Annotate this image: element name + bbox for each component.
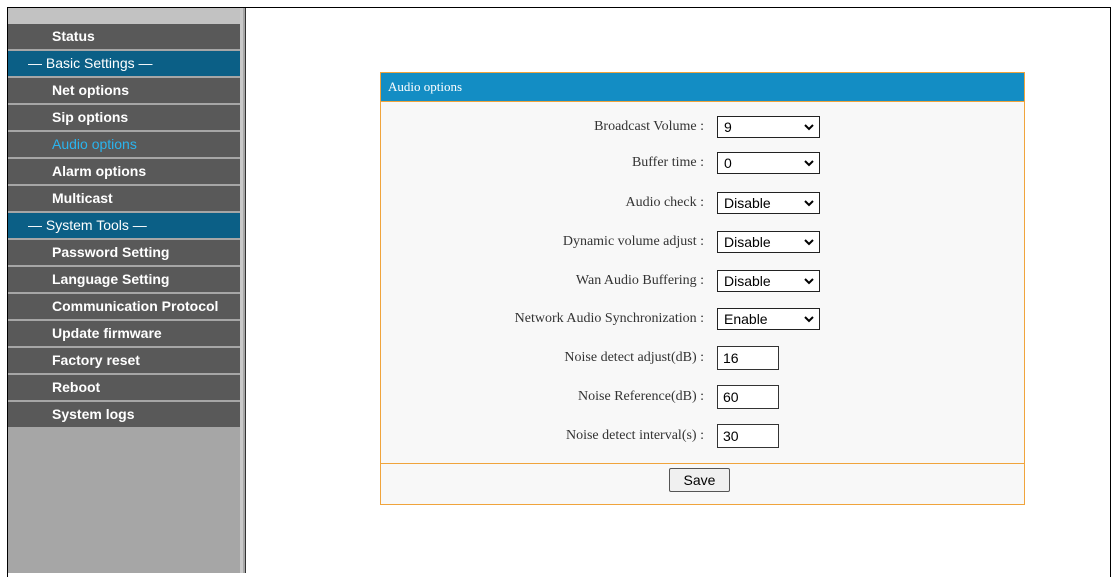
save-button[interactable]: Save — [669, 468, 730, 492]
field-label: Noise detect adjust(dB) : — [564, 350, 704, 365]
select-value: 9 — [724, 119, 732, 135]
buffer-time-select[interactable]: 0 — [717, 152, 820, 174]
field-label: Network Audio Synchronization : — [514, 311, 704, 326]
field-label: Audio check : — [625, 195, 704, 210]
panel-title: Audio options — [381, 73, 1024, 102]
chevron-down-icon — [804, 160, 814, 167]
sidebar-item-password-setting[interactable]: Password Setting — [8, 240, 240, 265]
noise-reference-input[interactable]: 60 — [717, 385, 779, 409]
sidebar-panel: Status — Basic Settings — Net options Si… — [8, 8, 240, 573]
field-dynamic-volume-adjust: Dynamic volume adjust : Disable — [381, 230, 1024, 254]
sidebar-divider — [245, 8, 246, 573]
sidebar: Status — Basic Settings — Net options Si… — [8, 8, 246, 573]
noise-detect-adjust-input[interactable]: 16 — [717, 346, 779, 370]
field-buffer-time: Buffer time : 0 — [381, 151, 1024, 175]
field-broadcast-volume: Broadcast Volume : 9 — [381, 115, 1024, 139]
chevron-down-icon — [804, 278, 814, 285]
chevron-down-icon — [804, 239, 814, 246]
chevron-down-icon — [804, 124, 814, 131]
sidebar-item-alarm-options[interactable]: Alarm options — [8, 159, 240, 184]
sidebar-item-communication-protocol[interactable]: Communication Protocol — [8, 294, 240, 319]
field-audio-check: Audio check : Disable — [381, 191, 1024, 215]
chevron-down-icon — [804, 316, 814, 323]
sidebar-top-strip — [8, 8, 240, 24]
field-noise-reference: Noise Reference(dB) : 60 — [381, 385, 1024, 409]
field-label: Wan Audio Buffering : — [575, 273, 704, 288]
panel-footer: Save — [381, 463, 1024, 505]
wan-audio-buffering-select[interactable]: Disable — [717, 270, 820, 292]
sidebar-item-sip-options[interactable]: Sip options — [8, 105, 240, 130]
field-label: Buffer time : — [631, 155, 704, 170]
field-wan-audio-buffering: Wan Audio Buffering : Disable — [381, 269, 1024, 293]
sidebar-item-reboot[interactable]: Reboot — [8, 375, 240, 400]
field-label: Broadcast Volume : — [594, 119, 704, 134]
field-noise-detect-interval: Noise detect interval(s) : 30 — [381, 424, 1024, 448]
sidebar-item-update-firmware[interactable]: Update firmware — [8, 321, 240, 346]
audio-check-select[interactable]: Disable — [717, 192, 820, 214]
sidebar-item-language-setting[interactable]: Language Setting — [8, 267, 240, 292]
sidebar-item-multicast[interactable]: Multicast — [8, 186, 240, 211]
select-value: 0 — [724, 155, 732, 171]
field-label: Noise detect interval(s) : — [565, 428, 704, 443]
network-audio-synchronization-select[interactable]: Enable — [717, 308, 820, 330]
sidebar-item-net-options[interactable]: Net options — [8, 78, 240, 103]
select-value: Disable — [724, 195, 771, 211]
form-body: Broadcast Volume : 9 Buffer time : 0 Aud… — [381, 102, 1024, 462]
sidebar-menu: Status — Basic Settings — Net options Si… — [8, 24, 240, 429]
sidebar-section-system-tools: — System Tools — — [8, 213, 240, 238]
broadcast-volume-select[interactable]: 9 — [717, 116, 820, 138]
sidebar-item-system-logs[interactable]: System logs — [8, 402, 240, 427]
sidebar-item-status[interactable]: Status — [8, 24, 240, 49]
select-value: Disable — [724, 234, 771, 250]
audio-options-panel: Audio options Broadcast Volume : 9 Buffe… — [380, 72, 1025, 505]
field-network-audio-synchronization: Network Audio Synchronization : Enable — [381, 307, 1024, 331]
select-value: Enable — [724, 311, 768, 327]
dynamic-volume-adjust-select[interactable]: Disable — [717, 231, 820, 253]
select-value: Disable — [724, 273, 771, 289]
sidebar-item-factory-reset[interactable]: Factory reset — [8, 348, 240, 373]
sidebar-section-basic-settings: — Basic Settings — — [8, 51, 240, 76]
sidebar-item-audio-options[interactable]: Audio options — [8, 132, 240, 157]
field-label: Dynamic volume adjust : — [562, 234, 704, 249]
chevron-down-icon — [804, 200, 814, 207]
noise-detect-interval-input[interactable]: 30 — [717, 424, 779, 448]
sidebar-edge — [240, 8, 243, 573]
field-noise-detect-adjust: Noise detect adjust(dB) : 16 — [381, 346, 1024, 370]
field-label: Noise Reference(dB) : — [578, 389, 704, 404]
